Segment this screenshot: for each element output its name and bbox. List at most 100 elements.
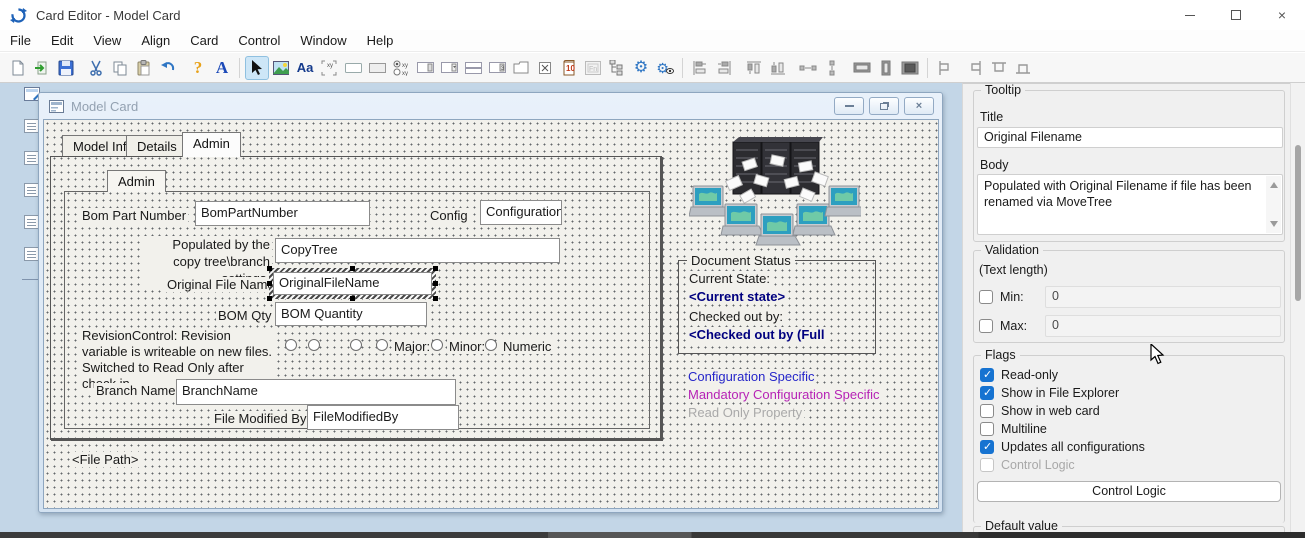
scrollbar-thumb[interactable] — [1295, 145, 1301, 301]
selection-handle[interactable] — [350, 296, 355, 301]
align-top-icon[interactable] — [742, 56, 766, 80]
tree-control-icon[interactable] — [605, 56, 629, 80]
scroll-down-icon[interactable] — [1270, 221, 1278, 227]
properties-scrollbar[interactable] — [1290, 83, 1305, 538]
align-left-icon[interactable] — [688, 56, 712, 80]
min-value-input[interactable]: 0 — [1045, 286, 1281, 308]
control-logic-button[interactable]: Control Logic — [977, 481, 1281, 502]
file-modified-by-edit[interactable]: FileModifiedBy — [307, 405, 459, 430]
selection-handle[interactable] — [267, 281, 272, 286]
radio-group-control-icon[interactable]: xyxy — [389, 56, 413, 80]
child-close-button[interactable]: × — [904, 97, 934, 115]
revision-radio-1[interactable] — [285, 339, 297, 351]
flag-read-only[interactable]: Read-only — [980, 367, 1058, 382]
menu-control[interactable]: Control — [228, 31, 290, 50]
control-logic-view-icon[interactable]: ⚙ — [653, 56, 677, 80]
anchor-left-icon[interactable] — [933, 56, 957, 80]
image-control-icon[interactable] — [269, 56, 293, 80]
copy-icon[interactable] — [108, 56, 132, 80]
scroll-up-icon[interactable] — [1270, 182, 1278, 188]
menu-file[interactable]: File — [0, 31, 41, 50]
menu-align[interactable]: Align — [131, 31, 180, 50]
bom-qty-edit[interactable]: BOM Quantity — [275, 302, 427, 326]
control-logic-icon[interactable]: ⚙ — [629, 56, 653, 80]
anchor-top-icon[interactable] — [987, 56, 1011, 80]
copy-tree-edit[interactable]: CopyTree — [275, 238, 560, 263]
selection-handle[interactable] — [433, 296, 438, 301]
revision-radio-numeric[interactable] — [485, 339, 497, 351]
show-in-file-explorer-checkbox[interactable] — [980, 386, 994, 400]
align-bottom-icon[interactable] — [766, 56, 790, 80]
save-card-icon[interactable] — [54, 56, 78, 80]
undo-icon[interactable] — [156, 56, 180, 80]
close-button[interactable]: × — [1259, 0, 1305, 30]
variable-link-icon[interactable]: 10 — [557, 56, 581, 80]
menu-help[interactable]: Help — [357, 31, 404, 50]
max-value-input[interactable]: 0 — [1045, 315, 1281, 337]
card-design-surface[interactable]: Model Info Details Admin Admin Bom Part … — [43, 119, 939, 509]
open-card-icon[interactable] — [30, 56, 54, 80]
font-icon[interactable]: A — [210, 56, 234, 80]
paste-icon[interactable] — [132, 56, 156, 80]
label-control-icon[interactable]: xy — [317, 56, 341, 80]
minimize-button[interactable] — [1167, 0, 1213, 30]
original-file-name-edit[interactable]: OriginalFileName — [273, 272, 432, 295]
flag-show-in-file-explorer[interactable]: Show in File Explorer — [980, 385, 1119, 400]
revision-radio-2[interactable] — [308, 339, 320, 351]
revision-radio-minor[interactable] — [431, 339, 443, 351]
flag-multiline[interactable]: Multiline — [980, 421, 1047, 436]
original-file-name-edit-selected[interactable]: OriginalFileName — [269, 268, 436, 299]
combobox-dropdown-control-icon[interactable] — [437, 56, 461, 80]
updates-all-configurations-checkbox[interactable] — [980, 440, 994, 454]
space-down-icon[interactable] — [820, 56, 844, 80]
combobox-droplist-control-icon[interactable] — [413, 56, 437, 80]
child-minimize-button[interactable] — [834, 97, 864, 115]
bom-part-number-edit[interactable]: BomPartNumber — [195, 201, 370, 226]
control-logic-checkbox[interactable] — [980, 458, 994, 472]
select-tool-icon[interactable] — [245, 56, 269, 80]
revision-radio-major[interactable] — [376, 339, 388, 351]
space-across-icon[interactable] — [796, 56, 820, 80]
branch-name-edit[interactable]: BranchName — [176, 379, 456, 405]
help-icon[interactable]: ? — [186, 56, 210, 80]
menu-edit[interactable]: Edit — [41, 31, 83, 50]
frame-control-icon[interactable] — [365, 56, 389, 80]
flag-updates-all-configurations[interactable]: Updates all configurations — [980, 439, 1145, 454]
menu-card[interactable]: Card — [180, 31, 228, 50]
align-right-icon[interactable] — [712, 56, 736, 80]
card-preview-icon[interactable]: Fn — [581, 56, 605, 80]
selection-handle[interactable] — [433, 281, 438, 286]
selection-handle[interactable] — [433, 266, 438, 271]
anchor-bottom-icon[interactable] — [1011, 56, 1035, 80]
revision-radio-3[interactable] — [350, 339, 362, 351]
min-checkbox[interactable] — [979, 290, 993, 304]
anchor-right-icon[interactable] — [963, 56, 987, 80]
tooltip-body-textarea[interactable]: Populated with Original Filename if file… — [977, 174, 1283, 235]
tab-admin[interactable]: Admin — [182, 132, 241, 157]
min-checkbox-row[interactable]: Min: — [979, 289, 1024, 304]
menu-window[interactable]: Window — [290, 31, 356, 50]
model-card-titlebar[interactable]: Model Card × — [39, 93, 942, 119]
config-edit[interactable]: ConfigurationNa — [480, 200, 562, 225]
max-checkbox[interactable] — [979, 319, 993, 333]
read-only-checkbox[interactable] — [980, 368, 994, 382]
make-same-width-icon[interactable] — [850, 56, 874, 80]
combobox-simple-control-icon[interactable] — [461, 56, 485, 80]
cut-icon[interactable] — [84, 56, 108, 80]
list-control-icon[interactable]: 3 — [485, 56, 509, 80]
flag-control-logic[interactable]: Control Logic — [980, 457, 1075, 472]
multiline-checkbox[interactable] — [980, 422, 994, 436]
flag-show-in-web-card[interactable]: Show in web card — [980, 403, 1100, 418]
maximize-button[interactable] — [1213, 0, 1259, 30]
edit-control-icon[interactable] — [341, 56, 365, 80]
menu-view[interactable]: View — [83, 31, 131, 50]
make-same-size-icon[interactable] — [898, 56, 922, 80]
inner-tab-admin[interactable]: Admin — [107, 170, 166, 192]
selection-handle[interactable] — [350, 266, 355, 271]
child-restore-button[interactable] — [869, 97, 899, 115]
new-card-icon[interactable] — [6, 56, 30, 80]
selection-handle[interactable] — [267, 266, 272, 271]
static-text-control-icon[interactable]: Aa — [293, 56, 317, 80]
textarea-scrollbar[interactable] — [1266, 176, 1281, 233]
max-checkbox-row[interactable]: Max: — [979, 318, 1027, 333]
